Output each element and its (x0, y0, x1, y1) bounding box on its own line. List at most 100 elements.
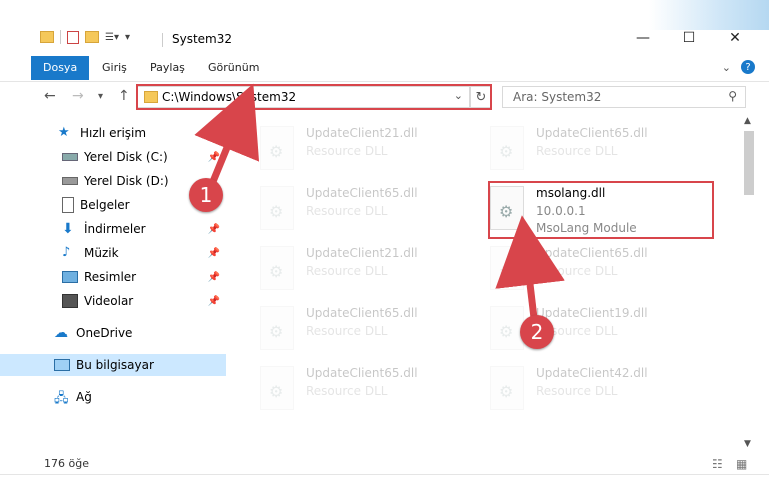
sidebar-item-label: Yerel Disk (D:) (84, 174, 169, 188)
refresh-button[interactable]: ↻ (470, 86, 492, 108)
dll-file-icon: ⚙ (260, 306, 294, 350)
sidebar-item-label: İndirmeler (84, 222, 146, 236)
dll-file-icon: ⚙ (490, 366, 524, 410)
help-icon[interactable]: ? (741, 60, 755, 74)
sidebar-item-label: Yerel Disk (C:) (84, 150, 168, 164)
status-bar: 176 öğe ☷ ▦ (0, 452, 769, 474)
scroll-down-icon[interactable]: ▼ (744, 439, 751, 449)
file-type: Resource DLL (306, 144, 388, 158)
file-item[interactable]: ⚙ UpdateClient65.dll Resource DLL (480, 120, 700, 176)
dll-file-icon: ⚙ (490, 246, 524, 290)
pin-icon[interactable]: 📌 (208, 248, 220, 259)
sidebar-item-label: Müzik (84, 246, 119, 260)
chevron-down-icon[interactable]: ⌄ (454, 89, 463, 102)
pin-icon[interactable]: 📌 (208, 272, 220, 283)
file-description: MsoLang Module (536, 221, 637, 235)
sidebar-item-quick-access[interactable]: ★ Hızlı erişim (0, 122, 226, 144)
file-name: UpdateClient65.dll (306, 306, 418, 320)
sidebar-item-onedrive[interactable]: ☁ OneDrive (0, 322, 226, 344)
search-input[interactable]: Ara: System32 ⚲ (502, 86, 746, 108)
file-item[interactable]: ⚙ UpdateClient65.dll Resource DLL (250, 300, 470, 356)
back-icon[interactable]: ← (44, 88, 56, 104)
dll-file-icon: ⚙ (490, 126, 524, 170)
expand-ribbon-icon[interactable]: ⌄ (722, 61, 731, 74)
pin-icon[interactable]: 📌 (208, 296, 220, 307)
maximize-button[interactable]: ☐ (666, 25, 712, 51)
gear-icon: ⚙ (499, 142, 514, 161)
window-title: System32 (172, 32, 233, 46)
search-placeholder: Ara: System32 (513, 90, 602, 104)
tab-gorunum[interactable]: Görünüm (202, 56, 265, 80)
dll-file-icon: ⚙ (260, 186, 294, 230)
scrollbar-thumb[interactable] (744, 131, 754, 195)
recent-locations-icon[interactable]: ▾ (98, 91, 103, 102)
tiles-view-icon[interactable]: ▦ (736, 457, 747, 471)
scroll-up-icon[interactable]: ▲ (744, 116, 751, 126)
cloud-icon: ☁ (54, 325, 68, 341)
gear-icon: ⚙ (499, 202, 514, 221)
file-type: Resource DLL (306, 204, 388, 218)
vertical-scrollbar[interactable]: ▲ ▼ (742, 113, 756, 453)
file-item[interactable]: ⚙ UpdateClient65.dll Resource DLL (480, 240, 700, 296)
gear-icon: ⚙ (269, 382, 284, 401)
computer-icon (54, 359, 70, 371)
details-view-icon[interactable]: ☷ (712, 457, 723, 471)
gear-icon: ⚙ (269, 202, 284, 221)
minimize-button[interactable]: — (620, 25, 666, 51)
tab-paylas[interactable]: Paylaş (144, 56, 191, 80)
title-bar: ☰▾ ▾ System32 — ☐ ✕ (0, 0, 769, 52)
document-icon (62, 197, 74, 213)
ribbon: Dosya Giriş Paylaş Görünüm ⌄ ? (0, 52, 769, 82)
file-item[interactable]: ⚙ UpdateClient65.dll Resource DLL (250, 360, 470, 416)
close-button[interactable]: ✕ (712, 25, 758, 51)
file-item[interactable]: ⚙ UpdateClient65.dll Resource DLL (250, 180, 470, 236)
file-name: UpdateClient65.dll (536, 126, 648, 140)
forward-icon[interactable]: → (72, 88, 84, 104)
sidebar-item-network[interactable]: 🖧 Ağ (0, 386, 226, 408)
file-item[interactable]: ⚙ UpdateClient21.dll Resource DLL (250, 120, 470, 176)
gear-icon: ⚙ (269, 322, 284, 341)
sidebar-item-label: Hızlı erişim (80, 126, 147, 140)
download-icon: ⬇ (62, 221, 74, 237)
new-folder-icon[interactable] (85, 31, 99, 43)
sidebar-item-label: OneDrive (76, 326, 133, 340)
sidebar-item-pictures[interactable]: Resimler 📌 (0, 266, 226, 288)
file-item[interactable]: ⚙ UpdateClient21.dll Resource DLL (250, 240, 470, 296)
file-item[interactable]: ⚙ UpdateClient42.dll Resource DLL (480, 360, 700, 416)
pin-icon[interactable]: 📌 (208, 224, 220, 235)
network-icon: 🖧 (54, 391, 69, 406)
customize-icon[interactable]: ☰▾ (105, 32, 119, 43)
address-bar[interactable]: C:\Windows\System32 ⌄ (137, 86, 470, 108)
sidebar-item-label: Resimler (84, 270, 137, 284)
up-icon[interactable]: ↑ (118, 88, 130, 104)
file-name: UpdateClient19.dll (536, 306, 648, 320)
sidebar-item-this-pc[interactable]: Bu bilgisayar (0, 354, 226, 376)
file-type: Resource DLL (536, 144, 618, 158)
file-name: UpdateClient42.dll (536, 366, 648, 380)
sidebar-item-label: Videolar (84, 294, 134, 308)
properties-icon[interactable] (67, 30, 79, 44)
gear-icon: ⚙ (269, 262, 284, 281)
quick-access-toolbar: ☰▾ ▾ (40, 30, 130, 44)
file-type: Resource DLL (306, 384, 388, 398)
sidebar-item-videos[interactable]: Videolar 📌 (0, 290, 226, 312)
search-icon: ⚲ (728, 89, 737, 103)
gear-icon: ⚙ (499, 322, 514, 341)
music-icon: ♪ (62, 245, 71, 260)
file-version: 10.0.0.1 (536, 204, 586, 218)
folder-icon (144, 91, 158, 103)
dll-file-icon: ⚙ (260, 126, 294, 170)
sidebar-item-music[interactable]: ♪ Müzik 📌 (0, 242, 226, 264)
dropdown-icon[interactable]: ▾ (125, 32, 130, 43)
dll-file-icon: ⚙ (490, 306, 524, 350)
folder-icon[interactable] (40, 31, 54, 43)
pin-icon[interactable]: 📌 (208, 152, 220, 163)
file-item[interactable]: ⚙ UpdateClient19.dll Resource DLL (480, 300, 700, 356)
item-count: 176 öğe (44, 456, 89, 470)
tab-dosya[interactable]: Dosya (31, 56, 90, 80)
file-type: Resource DLL (536, 384, 618, 398)
sidebar-item-downloads[interactable]: ⬇ İndirmeler 📌 (0, 218, 226, 240)
file-item-msolang[interactable]: ⚙ msolang.dll 10.0.0.1 MsoLang Module (480, 180, 700, 236)
sidebar-item-local-disk-c[interactable]: Yerel Disk (C:) 📌 (0, 146, 226, 168)
tab-giris[interactable]: Giriş (96, 56, 133, 80)
